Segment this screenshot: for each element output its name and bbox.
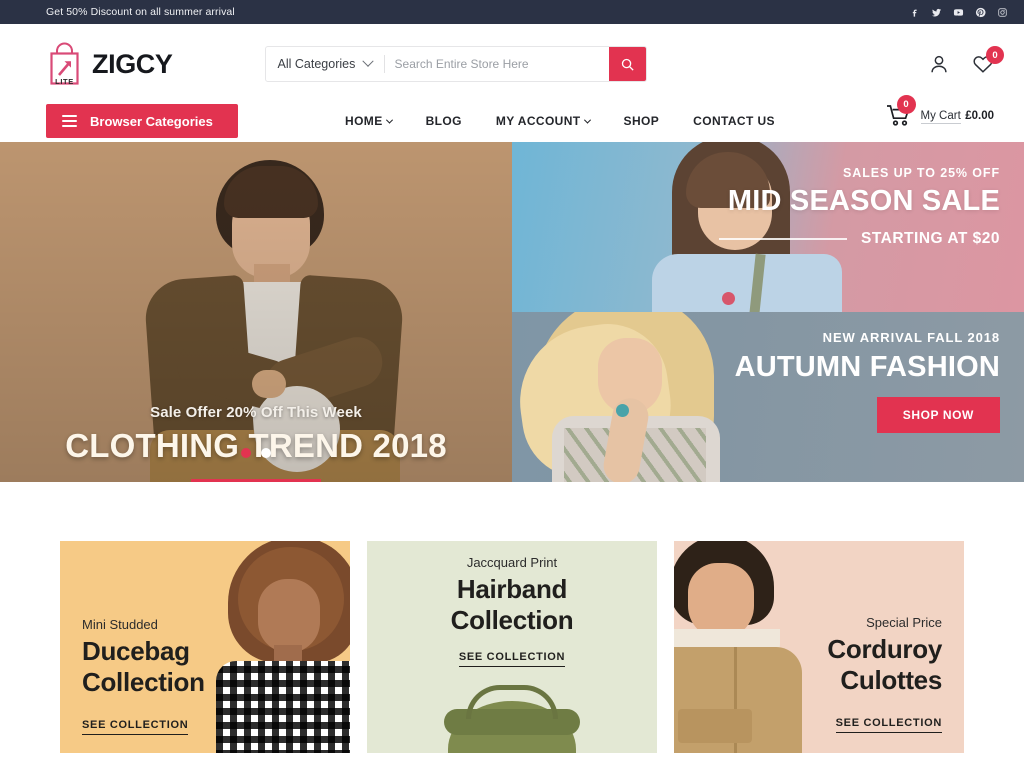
promo-card-ducebag-copy: Mini Studded Ducebag Collection SEE COLL… bbox=[82, 617, 205, 736]
hero-main-title: CLOTHING TREND 2018 bbox=[65, 427, 447, 464]
promo-card-ducebag-subtitle: Mini Studded bbox=[82, 617, 158, 632]
category-select[interactable]: All Categories bbox=[266, 47, 384, 81]
promo-card-corduroy-title-line1: Corduroy bbox=[827, 634, 942, 664]
nav-item-blog-label: BLOG bbox=[425, 114, 462, 128]
social-links bbox=[909, 7, 1008, 18]
nav-item-contact-us-label: CONTACT US bbox=[693, 114, 775, 128]
decorative-rule bbox=[719, 238, 848, 240]
promo-card-hairband[interactable]: Jaccquard Print Hairband Collection SEE … bbox=[367, 541, 657, 753]
browse-categories-label: Browser Categories bbox=[90, 113, 213, 129]
banner-mid-season-kicker: SALES UP TO 25% OFF bbox=[843, 166, 1000, 180]
cart-total: £0.00 bbox=[965, 110, 994, 123]
instagram-icon[interactable] bbox=[997, 7, 1008, 18]
hero-section: Sale Offer 20% Off This Week CLOTHING TR… bbox=[0, 142, 1024, 482]
promo-card-ducebag-title-line2: Collection bbox=[82, 666, 205, 697]
account-button[interactable] bbox=[928, 53, 950, 75]
nav-item-my-account[interactable]: MY ACCOUNT bbox=[495, 114, 591, 128]
search-bar: All Categories bbox=[264, 46, 647, 82]
banner-mid-season-title: MID SEASON SALE bbox=[727, 185, 1000, 217]
promo-card-corduroy-title: Corduroy Culottes bbox=[827, 634, 942, 695]
carousel-dot-1[interactable] bbox=[241, 448, 251, 458]
hero-main-slide[interactable]: Sale Offer 20% Off This Week CLOTHING TR… bbox=[0, 142, 512, 482]
banner-autumn-fashion[interactable]: NEW ARRIVAL FALL 2018 AUTUMN FASHION SHO… bbox=[512, 312, 1024, 482]
nav-item-shop[interactable]: SHOP bbox=[624, 114, 660, 128]
chevron-down-icon bbox=[583, 116, 591, 124]
hamburger-icon bbox=[62, 115, 77, 127]
chevron-down-icon bbox=[361, 55, 374, 67]
promo-card-hairband-link[interactable]: SEE COLLECTION bbox=[458, 651, 566, 668]
promo-card-corduroy-link[interactable]: SEE COLLECTION bbox=[835, 717, 942, 734]
chevron-down-icon bbox=[385, 116, 393, 124]
browse-categories-button[interactable]: Browser Categories bbox=[46, 104, 238, 138]
promo-card-ducebag[interactable]: Mini Studded Ducebag Collection SEE COLL… bbox=[60, 541, 350, 753]
promo-card-hairband-subtitle: Jaccquard Print bbox=[466, 555, 558, 570]
nav-items: HOME BLOG MY ACCOUNT SHOP CONTACT US bbox=[345, 104, 775, 138]
site-logo[interactable]: LITE ZIGCY bbox=[46, 42, 173, 87]
promo-cards: Mini Studded Ducebag Collection SEE COLL… bbox=[0, 482, 1024, 753]
main-navigation: Browser Categories HOME BLOG MY ACCOUNT … bbox=[0, 95, 1024, 142]
promo-card-hairband-title-line2: Collection bbox=[450, 604, 574, 635]
banner-autumn-title: AUTUMN FASHION bbox=[734, 351, 1000, 383]
promo-card-corduroy[interactable]: Special Price Corduroy Culottes SEE COLL… bbox=[674, 541, 964, 753]
carousel-dots bbox=[0, 448, 512, 458]
banner-mid-season-note: STARTING AT $20 bbox=[861, 230, 1000, 247]
promo-card-corduroy-subtitle: Special Price bbox=[866, 615, 942, 630]
promo-card-ducebag-link[interactable]: SEE COLLECTION bbox=[82, 719, 189, 736]
banner-mid-season-copy: SALES UP TO 25% OFF MID SEASON SALE STAR… bbox=[719, 166, 1000, 248]
hero-side-banners: SALES UP TO 25% OFF MID SEASON SALE STAR… bbox=[512, 142, 1024, 482]
header-actions: 0 bbox=[928, 46, 1004, 75]
cart-title: My Cart bbox=[920, 110, 961, 125]
promo-card-hairband-title-line1: Hairband bbox=[456, 574, 568, 604]
announcement-bar: Get 50% Discount on all summer arrival bbox=[0, 0, 1024, 24]
banner-autumn-kicker: NEW ARRIVAL FALL 2018 bbox=[822, 330, 1000, 345]
nav-item-home[interactable]: HOME bbox=[345, 114, 393, 128]
wishlist-count-badge: 0 bbox=[986, 46, 1004, 64]
banner-mid-season-note-row: STARTING AT $20 bbox=[719, 230, 1000, 248]
announcement-text: Get 50% Discount on all summer arrival bbox=[46, 6, 235, 18]
nav-item-my-account-label: MY ACCOUNT bbox=[495, 114, 581, 128]
carousel-dot-2[interactable] bbox=[261, 448, 271, 458]
promo-card-hairband-title: Hairband Collection bbox=[367, 574, 657, 635]
promo-card-ducebag-title-line1: Ducebag bbox=[82, 636, 190, 666]
user-icon bbox=[931, 55, 947, 73]
cart-count-badge: 0 bbox=[896, 95, 916, 114]
search-button[interactable] bbox=[608, 47, 646, 81]
hero-main-cta-button[interactable]: SHOP NOW bbox=[190, 479, 322, 482]
nav-item-blog[interactable]: BLOG bbox=[426, 114, 462, 128]
promo-card-hairband-copy: Jaccquard Print Hairband Collection SEE … bbox=[367, 555, 657, 668]
cart-icon: 0 bbox=[886, 95, 916, 126]
hero-main-subtitle: Sale Offer 20% Off This Week bbox=[150, 404, 362, 421]
category-select-label: All Categories bbox=[277, 57, 356, 71]
banner-autumn-cta-button[interactable]: SHOP NOW bbox=[876, 397, 1000, 433]
facebook-icon[interactable] bbox=[909, 7, 920, 18]
banner-autumn-copy: NEW ARRIVAL FALL 2018 AUTUMN FASHION SHO… bbox=[735, 330, 1000, 433]
banner-mid-season-sale[interactable]: SALES UP TO 25% OFF MID SEASON SALE STAR… bbox=[512, 142, 1024, 312]
twitter-icon[interactable] bbox=[931, 7, 942, 18]
promo-card-corduroy-title-line2: Culottes bbox=[840, 664, 942, 695]
nav-item-contact-us[interactable]: CONTACT US bbox=[693, 114, 775, 128]
search-input[interactable] bbox=[384, 47, 609, 81]
promo-card-corduroy-copy: Special Price Corduroy Culottes SEE COLL… bbox=[827, 615, 942, 734]
hero-main-copy: Sale Offer 20% Off This Week CLOTHING TR… bbox=[0, 404, 512, 482]
cart-widget[interactable]: 0 My Cart £0.00 bbox=[886, 95, 994, 126]
cart-summary: My Cart £0.00 bbox=[920, 104, 994, 126]
promo-card-ducebag-title: Ducebag Collection bbox=[82, 636, 205, 697]
search-icon bbox=[621, 58, 634, 71]
site-header: LITE ZIGCY All Categories 0 bbox=[0, 24, 1024, 104]
youtube-icon[interactable] bbox=[953, 7, 964, 18]
pinterest-icon[interactable] bbox=[975, 7, 986, 18]
brand-name: ZIGCY bbox=[92, 48, 173, 79]
logo-tagline: LITE bbox=[55, 76, 74, 86]
shopping-bag-logo-icon: LITE bbox=[46, 42, 83, 87]
nav-item-home-label: HOME bbox=[345, 114, 383, 128]
wishlist-button[interactable]: 0 bbox=[972, 46, 1004, 75]
nav-item-shop-label: SHOP bbox=[623, 114, 660, 128]
